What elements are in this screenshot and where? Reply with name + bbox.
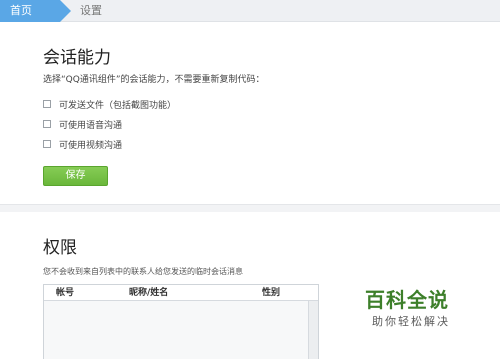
table-header: 帐号 昵称/姓名 性别 (44, 285, 318, 301)
option-video-chat[interactable]: 可使用视频沟通 (43, 138, 123, 151)
option-send-file[interactable]: 可发送文件（包括截图功能） (43, 98, 177, 111)
video-chat-label: 可使用视频沟通 (59, 140, 123, 151)
contacts-table: 帐号 昵称/姓名 性别 (43, 284, 319, 359)
section-divider (0, 204, 500, 212)
breadcrumb-settings: 设置 (80, 4, 102, 17)
video-chat-checkbox[interactable] (43, 140, 51, 148)
chat-ability-description: 选择“QQ通讯组件”的会话能力，不需要重新复制代码： (43, 75, 265, 85)
permissions-title: 权限 (43, 238, 77, 258)
column-nickname: 昵称/姓名 (129, 288, 169, 298)
save-button[interactable]: 保存 (43, 166, 108, 186)
breadcrumb: 首页 设置 (0, 0, 500, 22)
breadcrumb-home[interactable]: 首页 (0, 0, 71, 22)
permissions-description: 您不会收到来自列表中的联系人给您发送的临时会话消息 (43, 267, 243, 276)
table-scrollbar[interactable] (308, 301, 318, 359)
option-voice-chat[interactable]: 可使用语音沟通 (43, 118, 123, 131)
column-account: 帐号 (56, 288, 75, 298)
voice-chat-checkbox[interactable] (43, 120, 51, 128)
column-gender: 性别 (262, 288, 281, 298)
watermark-title: 百科全说 (365, 288, 449, 312)
send-file-label: 可发送文件（包括截图功能） (59, 100, 177, 111)
watermark-subtitle: 助你轻松解决 (372, 315, 450, 328)
voice-chat-label: 可使用语音沟通 (59, 120, 123, 131)
chat-ability-title: 会话能力 (43, 48, 111, 68)
send-file-checkbox[interactable] (43, 100, 51, 108)
